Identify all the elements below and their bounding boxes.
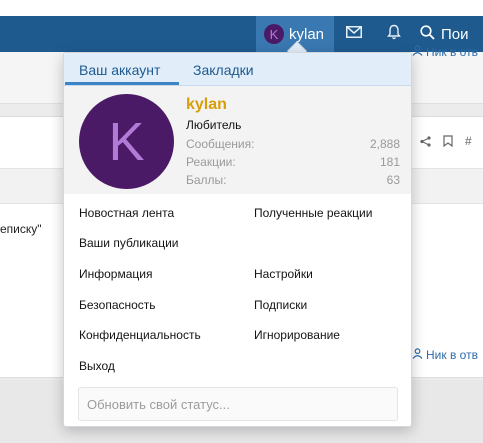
alerts-button[interactable]: [374, 16, 414, 52]
link-info[interactable]: Информация: [79, 267, 152, 281]
active-tab-indicator: [65, 82, 179, 85]
link-newsfeed[interactable]: Новостная лента: [79, 206, 174, 220]
user-icon: [412, 45, 423, 59]
nav-username: kylan: [289, 25, 325, 43]
stat-messages: Сообщения: 2,888: [186, 137, 400, 151]
background-quote-text: еписку": [0, 222, 42, 236]
search-label: Пои: [441, 25, 469, 43]
link-received-reactions[interactable]: Полученные реакции: [254, 206, 372, 220]
link-your-posts[interactable]: Ваши публикации: [79, 236, 178, 250]
tab-your-account[interactable]: Ваш аккаунт: [79, 62, 160, 78]
link-privacy[interactable]: Конфиденциальность: [79, 328, 201, 342]
share-icon[interactable]: [420, 134, 431, 152]
background-nick-link-2[interactable]: Ник в отв: [412, 348, 478, 362]
link-subscriptions[interactable]: Подписки: [254, 298, 307, 312]
user-icon: [412, 348, 423, 362]
stat-points: Баллы: 63: [186, 173, 400, 187]
profile-summary: K kylan Любитель Сообщения: 2,888 Реакци…: [64, 86, 411, 194]
envelope-icon: [346, 25, 362, 43]
profile-username[interactable]: kylan: [186, 96, 227, 114]
bell-icon: [387, 24, 401, 45]
user-title: Любитель: [186, 118, 242, 132]
bookmark-icon[interactable]: [443, 134, 453, 152]
link-logout[interactable]: Выход: [79, 359, 115, 373]
hash-icon[interactable]: #: [465, 134, 472, 152]
account-popup: Ваш аккаунт Закладки K kylan Любитель Со…: [63, 52, 412, 427]
avatar: K: [264, 24, 284, 44]
background-nick-link[interactable]: Ник в отв: [412, 45, 478, 59]
link-settings[interactable]: Настройки: [254, 267, 313, 281]
link-ignoring[interactable]: Игнорирование: [254, 328, 340, 342]
status-update-input[interactable]: [78, 387, 398, 421]
popup-tabs: Ваш аккаунт Закладки: [64, 53, 411, 86]
background-post-tools: #: [420, 134, 472, 152]
page-top-strip: [0, 0, 483, 16]
inbox-button[interactable]: [334, 16, 374, 52]
search-icon: [420, 24, 435, 44]
avatar[interactable]: K: [79, 94, 174, 189]
tab-bookmarks[interactable]: Закладки: [193, 62, 254, 78]
stat-reactions: Реакции: 181: [186, 155, 400, 169]
link-security[interactable]: Безопасность: [79, 298, 156, 312]
